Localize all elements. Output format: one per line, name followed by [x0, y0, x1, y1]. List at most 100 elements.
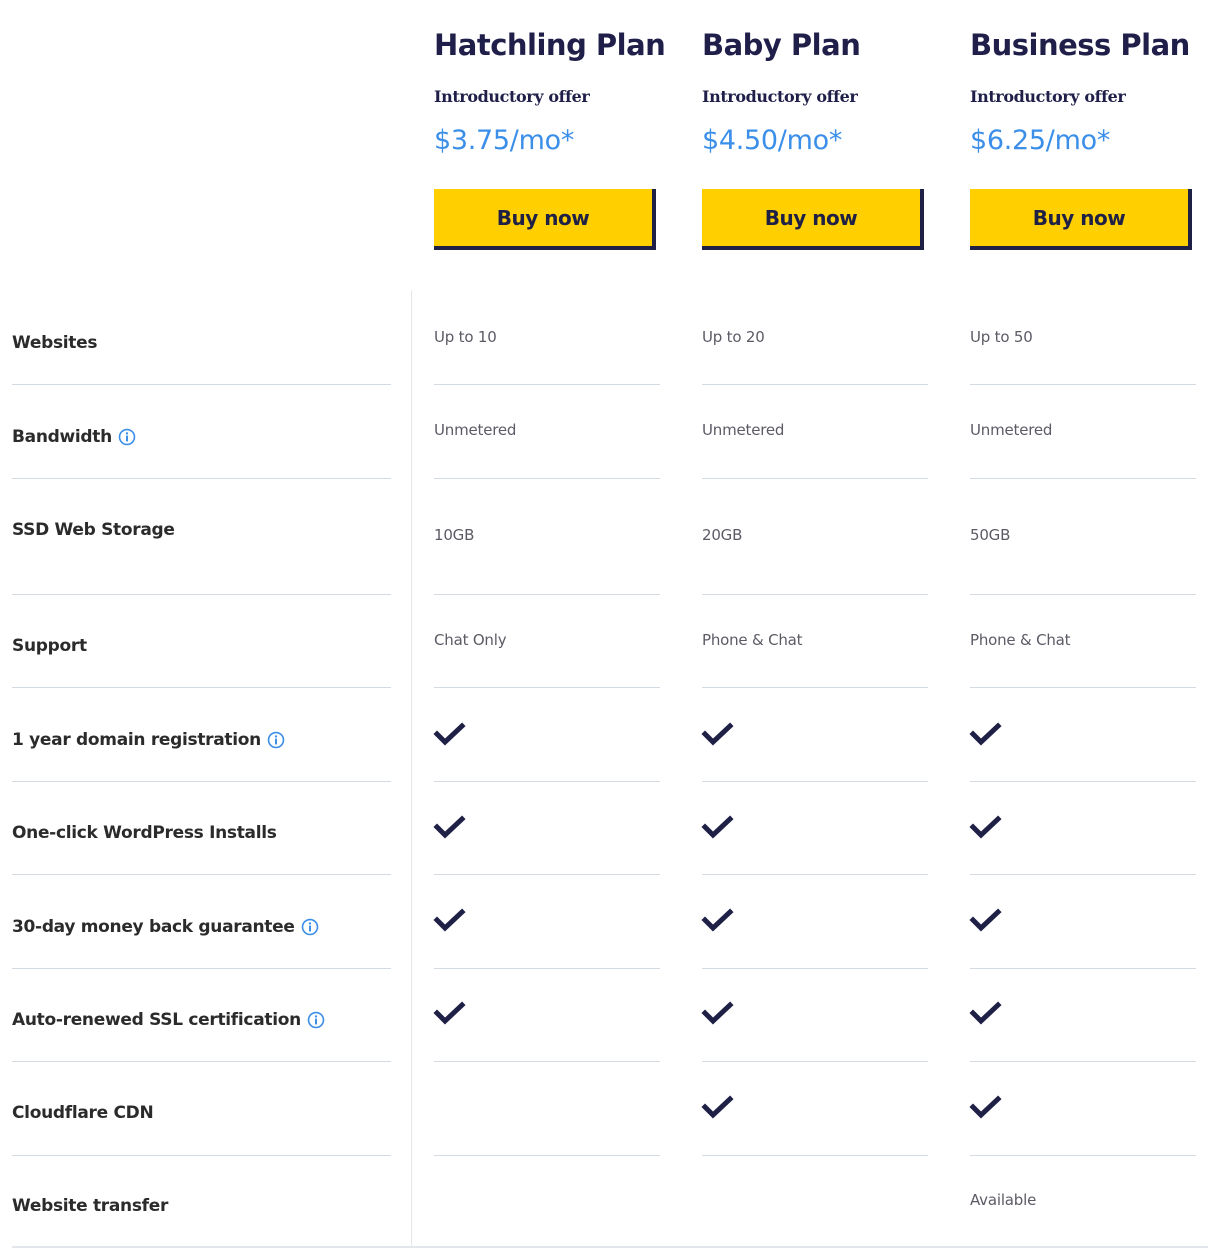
feature-label: 30-day money back guarantee: [12, 915, 319, 939]
feature-label-text: Bandwidth: [12, 427, 112, 447]
info-icon[interactable]: [307, 1011, 325, 1029]
info-icon[interactable]: [267, 731, 285, 749]
check-icon: [969, 1094, 1003, 1120]
row-divider: [702, 687, 928, 688]
row-divider: [970, 594, 1196, 595]
feature-value: Phone & Chat: [702, 631, 803, 649]
feature-value: Unmetered: [434, 421, 517, 439]
check-icon: [433, 814, 467, 840]
feature-label: SSD Web Storage: [12, 518, 175, 542]
row-divider: [702, 968, 928, 969]
row-divider: [702, 478, 928, 479]
feature-value: 20GB: [702, 526, 743, 544]
row-divider: [434, 384, 660, 385]
plan-price: $6.25/mo*: [970, 125, 1111, 156]
row-divider: [434, 968, 660, 969]
row-divider: [702, 594, 928, 595]
row-divider: [702, 781, 928, 782]
feature-label-text: Auto-renewed SSL certification: [12, 1010, 301, 1030]
check-icon: [969, 1000, 1003, 1026]
plan-offer-label: Introductory offer: [434, 87, 590, 106]
row-divider: [12, 874, 391, 875]
row-divider: [434, 478, 660, 479]
row-divider: [970, 1155, 1196, 1156]
row-divider: [702, 384, 928, 385]
row-divider: [12, 478, 391, 479]
row-divider: [12, 384, 391, 385]
row-divider: [12, 781, 391, 782]
feature-label: 1 year domain registration: [12, 728, 285, 752]
buy-now-button[interactable]: Buy now: [434, 189, 656, 250]
row-divider: [702, 1061, 928, 1062]
feature-label-text: Website transfer: [12, 1196, 169, 1216]
row-divider: [12, 687, 391, 688]
plan-offer-label: Introductory offer: [970, 87, 1126, 106]
row-divider: [434, 874, 660, 875]
row-divider: [12, 1061, 391, 1062]
buy-now-button[interactable]: Buy now: [970, 189, 1192, 250]
row-divider: [970, 1061, 1196, 1062]
check-icon: [433, 721, 467, 747]
feature-value: Chat Only: [434, 631, 507, 649]
feature-value: 50GB: [970, 526, 1011, 544]
feature-label-text: Websites: [12, 333, 98, 353]
feature-label-text: Support: [12, 636, 87, 656]
plan-title: Business Plan: [970, 28, 1190, 62]
plan-price: $4.50/mo*: [702, 125, 843, 156]
row-divider: [434, 781, 660, 782]
feature-value: Unmetered: [702, 421, 785, 439]
row-divider: [12, 594, 391, 595]
check-icon: [701, 1000, 735, 1026]
check-icon: [701, 1094, 735, 1120]
plan-offer-label: Introductory offer: [702, 87, 858, 106]
feature-value: Up to 20: [702, 328, 765, 346]
buy-now-button[interactable]: Buy now: [702, 189, 924, 250]
check-icon: [969, 907, 1003, 933]
row-divider: [970, 687, 1196, 688]
feature-value: Unmetered: [970, 421, 1053, 439]
feature-label-text: 30-day money back guarantee: [12, 917, 295, 937]
feature-value: Up to 10: [434, 328, 497, 346]
column-divider: [411, 290, 412, 1247]
feature-label: Support: [12, 634, 87, 658]
feature-label: Website transfer: [12, 1194, 168, 1218]
row-divider: [12, 968, 391, 969]
plan-price: $3.75/mo*: [434, 125, 575, 156]
feature-label: Bandwidth: [12, 425, 136, 449]
info-icon[interactable]: [301, 918, 319, 936]
row-divider: [434, 687, 660, 688]
row-divider: [434, 1061, 660, 1062]
row-divider: [702, 874, 928, 875]
row-divider: [970, 384, 1196, 385]
feature-label-text: SSD Web Storage: [12, 520, 175, 540]
feature-value: Up to 50: [970, 328, 1033, 346]
row-divider: [12, 1155, 391, 1156]
check-icon: [701, 814, 735, 840]
plan-title: Baby Plan: [702, 28, 861, 62]
check-icon: [433, 907, 467, 933]
check-icon: [701, 721, 735, 747]
row-divider: [970, 478, 1196, 479]
check-icon: [969, 721, 1003, 747]
feature-label-text: One-click WordPress Installs: [12, 823, 277, 843]
row-divider: [434, 1155, 660, 1156]
feature-value: Available: [970, 1191, 1037, 1209]
check-icon: [433, 1000, 467, 1026]
row-divider: [970, 874, 1196, 875]
row-divider: [434, 594, 660, 595]
feature-label: Auto-renewed SSL certification: [12, 1008, 325, 1032]
check-icon: [701, 907, 735, 933]
check-icon: [969, 814, 1003, 840]
row-divider: [970, 781, 1196, 782]
feature-value: Phone & Chat: [970, 631, 1071, 649]
feature-value: 10GB: [434, 526, 475, 544]
feature-label: Websites: [12, 331, 97, 355]
feature-label: One-click WordPress Installs: [12, 821, 277, 845]
plan-title: Hatchling Plan: [434, 28, 666, 62]
row-divider: [970, 968, 1196, 969]
feature-label: Cloudflare CDN: [12, 1101, 154, 1125]
info-icon[interactable]: [118, 428, 136, 446]
table-bottom-border: [12, 1246, 1208, 1248]
feature-label-text: 1 year domain registration: [12, 730, 261, 750]
feature-label-text: Cloudflare CDN: [12, 1103, 154, 1123]
